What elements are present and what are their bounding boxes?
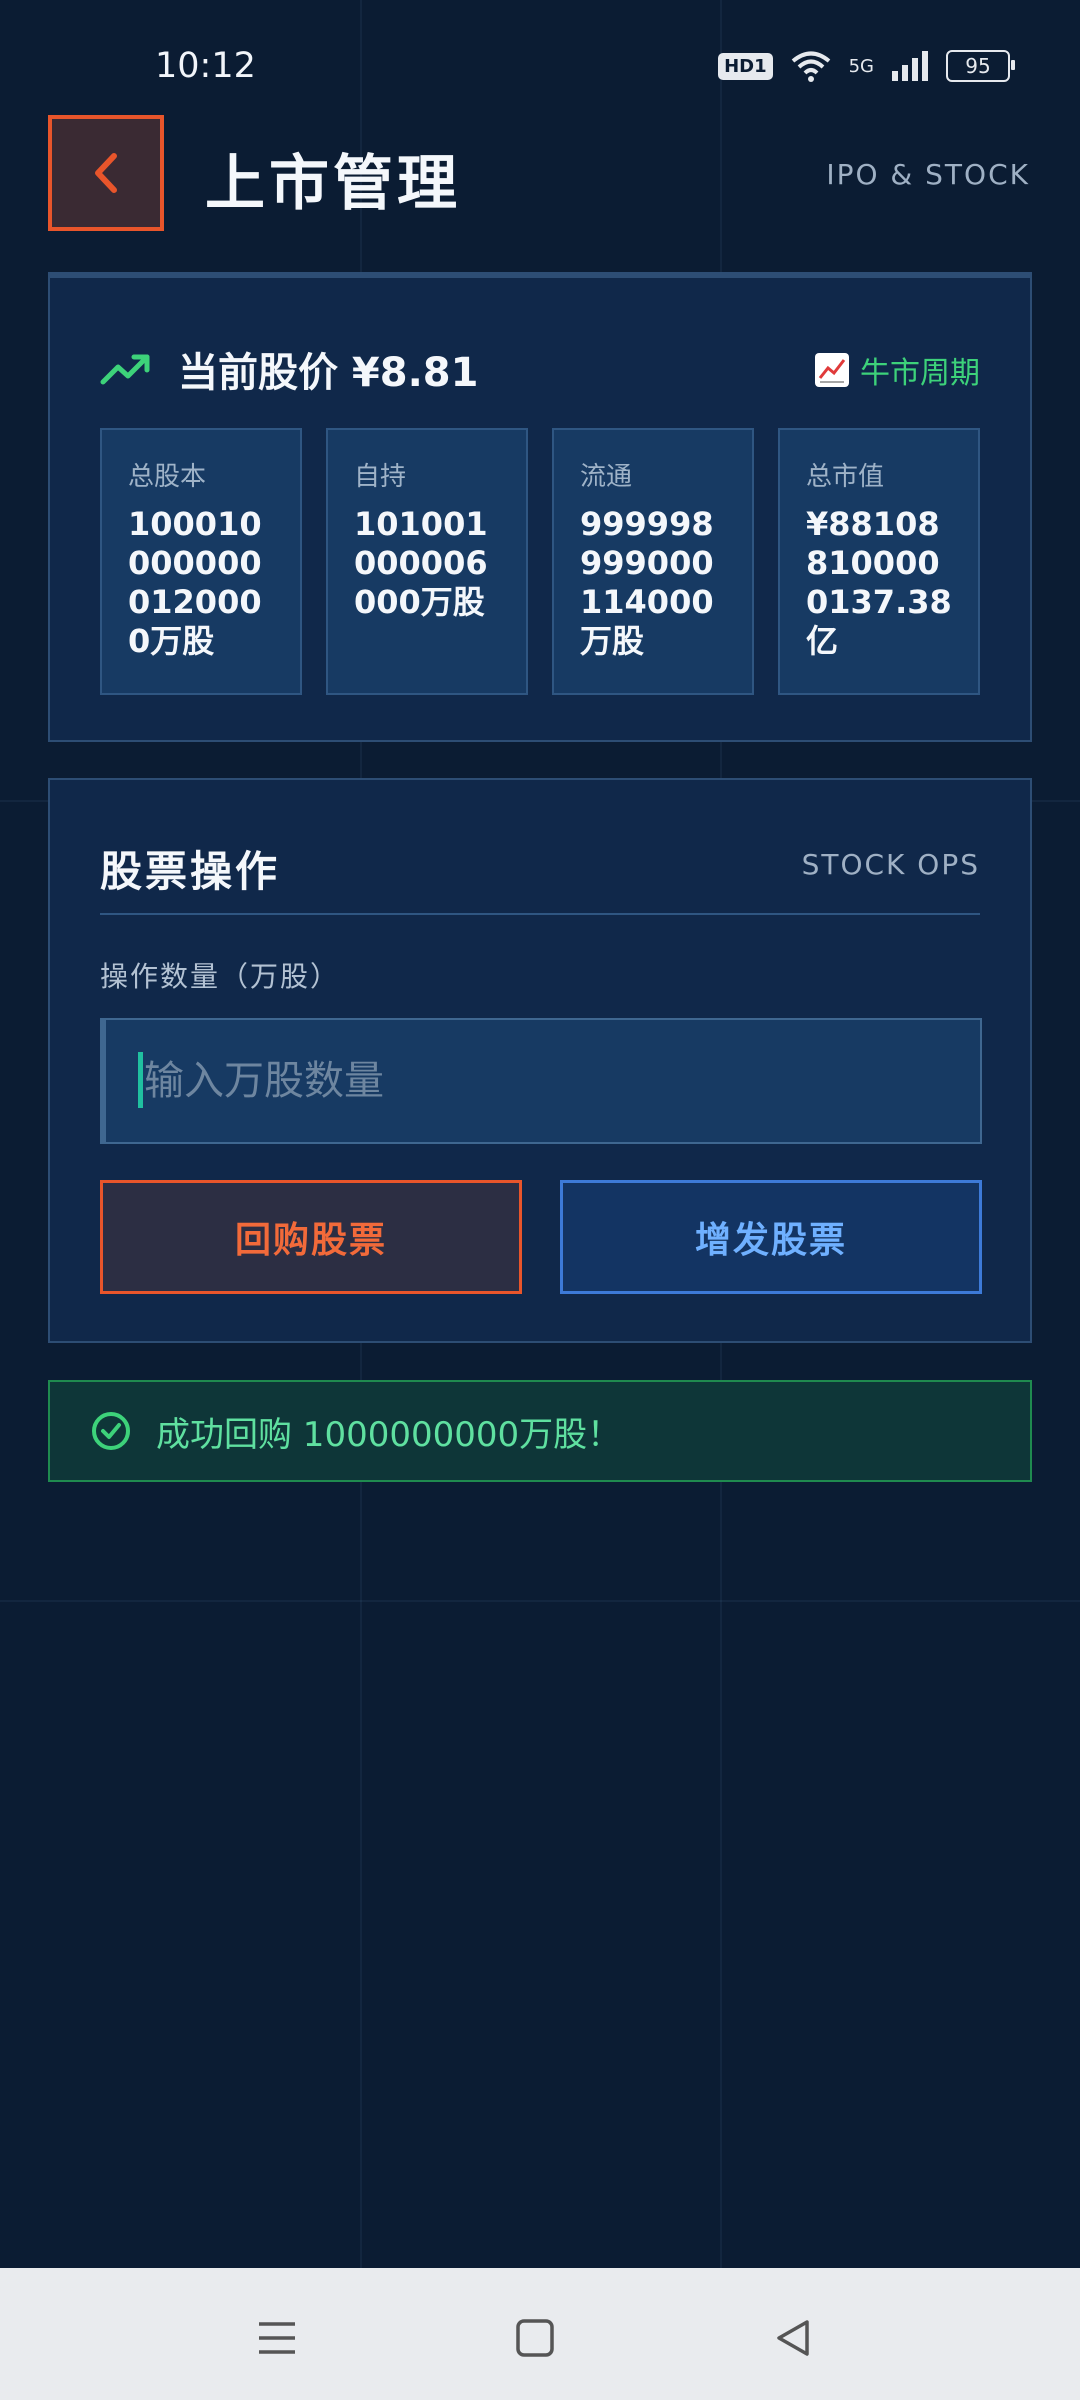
chevron-left-icon — [95, 153, 117, 193]
page-title: 上市管理 — [205, 149, 461, 219]
market-cycle-label: 牛市周期 — [860, 356, 980, 391]
check-circle-icon — [92, 1412, 130, 1450]
stock-ops-card: 股票操作 STOCK OPS 操作数量（万股） 回购股票 增发股票 — [48, 778, 1032, 1343]
stats-row: 总股本 1000100000000120000万股 自持 10100100000… — [100, 428, 980, 695]
network-label: 5G — [848, 55, 874, 77]
stat-self-held: 自持 101001000006000万股 — [326, 428, 528, 695]
trending-up-icon — [100, 354, 150, 385]
success-toast: 成功回购 1000000000万股！ — [48, 1380, 1032, 1482]
status-bar: 10:12 HD1 5G 95 — [0, 0, 1080, 110]
home-button[interactable] — [505, 2308, 565, 2368]
hd-badge: HD1 — [718, 52, 773, 80]
stat-label: 自持 — [354, 462, 407, 492]
price-row: 当前股价 ¥8.81 — [100, 340, 478, 398]
stat-value: ¥881088100000137.38亿 — [806, 505, 952, 660]
ops-title: 股票操作 — [100, 847, 281, 896]
stat-value: 101001000006000万股 — [354, 505, 488, 621]
toast-message: 成功回购 1000000000万股！ — [156, 1414, 622, 1455]
signal-icon — [892, 51, 928, 81]
stat-value: 1000100000000120000万股 — [128, 505, 262, 660]
status-time: 10:12 — [155, 46, 256, 86]
stat-market-cap: 总市值 ¥881088100000137.38亿 — [778, 428, 980, 695]
market-cycle-badge: 牛市周期 — [814, 348, 980, 392]
stat-total-shares: 总股本 1000100000000120000万股 — [100, 428, 302, 695]
wifi-icon — [791, 51, 830, 82]
stat-label: 总市值 — [806, 462, 885, 492]
menu-button[interactable] — [247, 2308, 307, 2368]
home-square-icon — [516, 2319, 554, 2357]
menu-icon — [259, 2322, 295, 2354]
buyback-button[interactable]: 回购股票 — [100, 1180, 522, 1294]
battery-level: 95 — [965, 54, 991, 78]
grid-line — [0, 1600, 1080, 1602]
stat-label: 流通 — [580, 462, 633, 492]
back-nav-button[interactable] — [763, 2308, 823, 2368]
page-subtitle: IPO & STOCK — [826, 158, 1030, 191]
battery-indicator: 95 — [946, 50, 1015, 82]
stat-circulating: 流通 999998999000114000万股 — [552, 428, 754, 695]
text-caret — [138, 1052, 143, 1108]
stock-price-card: 当前股价 ¥8.81 牛市周期 总股本 1000100000000120000万… — [48, 272, 1032, 742]
quantity-input[interactable] — [100, 1018, 982, 1144]
system-nav-bar — [0, 2268, 1080, 2400]
stat-value: 999998999000114000万股 — [580, 505, 714, 660]
issue-shares-button[interactable]: 增发股票 — [560, 1180, 982, 1294]
status-icons: HD1 5G 95 — [718, 50, 1015, 82]
quantity-label: 操作数量（万股） — [100, 960, 341, 993]
chart-increasing-icon — [815, 353, 849, 387]
divider — [100, 913, 980, 915]
triangle-back-icon — [777, 2320, 809, 2356]
current-price: 当前股价 ¥8.81 — [178, 350, 479, 396]
back-button[interactable] — [48, 115, 164, 231]
ops-subtitle: STOCK OPS — [801, 848, 980, 881]
stat-label: 总股本 — [128, 462, 207, 492]
